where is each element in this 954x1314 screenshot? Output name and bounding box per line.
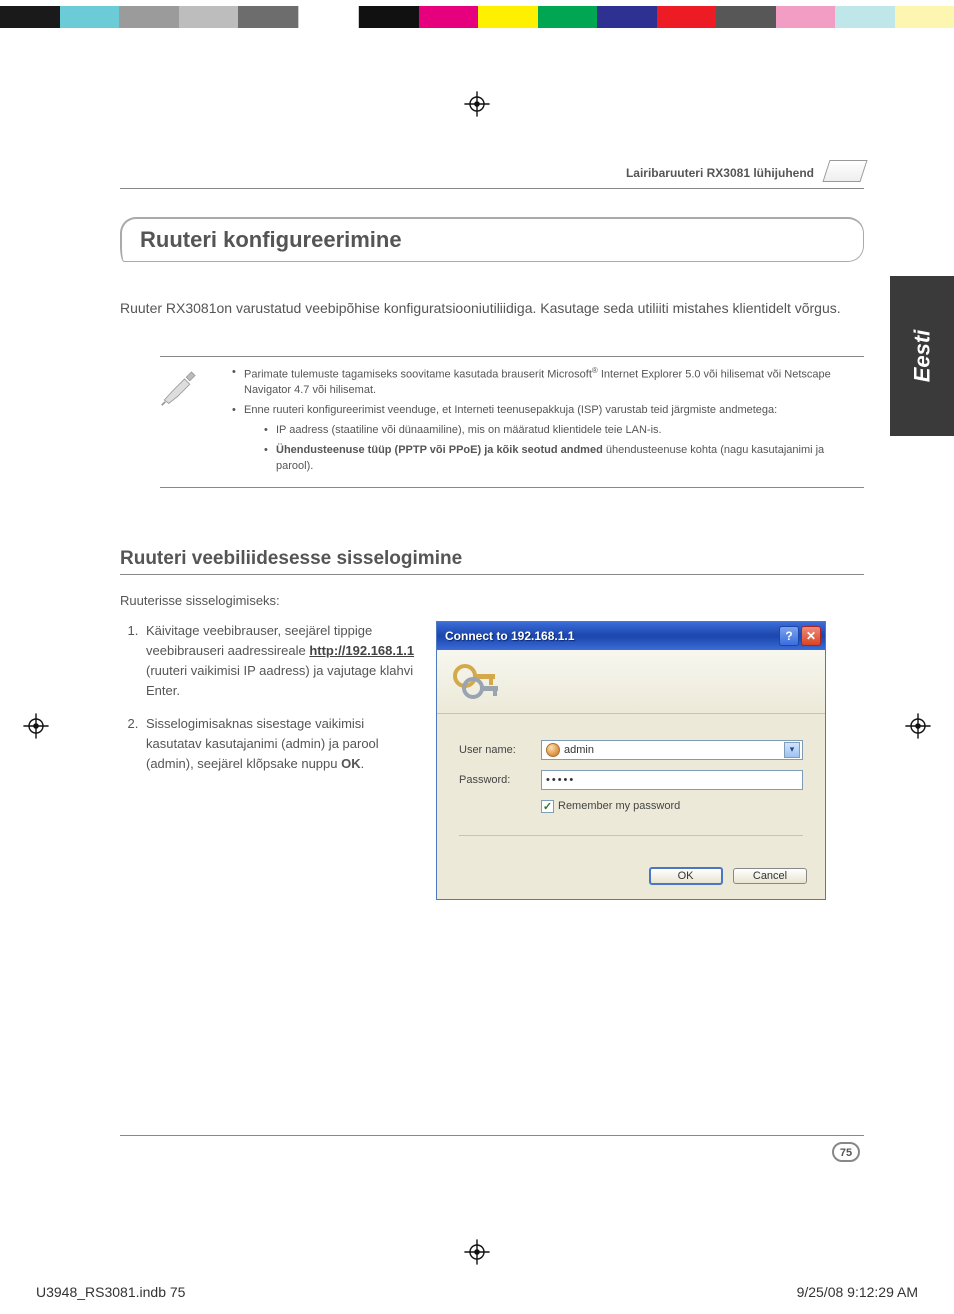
dialog-title: Connect to 192.168.1.1 bbox=[445, 629, 777, 643]
document-header: Lairibaruuteri RX3081 lühijuhend bbox=[120, 166, 864, 189]
registration-mark-icon bbox=[463, 90, 491, 118]
step-item: Sisselogimisaknas sisestage vaikimisi ka… bbox=[142, 714, 420, 774]
login-dialog: Connect to 192.168.1.1 ? ✕ bbox=[436, 621, 826, 900]
note-content: Parimate tulemuste tagamiseks soovitame … bbox=[218, 365, 864, 479]
printer-color-bar bbox=[0, 6, 954, 28]
section-title-box: Ruuteri konfigureerimine bbox=[120, 217, 864, 262]
username-input[interactable]: admin ▾ bbox=[541, 740, 803, 760]
document-title: Lairibaruuteri RX3081 lühijuhend bbox=[626, 166, 814, 180]
note-box: Parimate tulemuste tagamiseks soovitame … bbox=[160, 356, 864, 488]
note-subbullet: IP aadress (staatiline või dünaamiline),… bbox=[264, 423, 864, 439]
intro-paragraph: Ruuter RX3081on varustatud veebipõhise k… bbox=[120, 298, 864, 320]
step-item: Käivitage veebibrauser, seejärel tippige… bbox=[142, 621, 420, 702]
username-label: User name: bbox=[459, 744, 541, 756]
router-url-link[interactable]: http://192.168.1.1 bbox=[309, 643, 414, 658]
imprint-right: 9/25/08 9:12:29 AM bbox=[797, 1284, 918, 1300]
remember-checkbox[interactable]: ✓ bbox=[541, 800, 554, 813]
note-bullet: Parimate tulemuste tagamiseks soovitame … bbox=[232, 365, 864, 400]
imprint-left: U3948_RS3081.indb 75 bbox=[36, 1284, 185, 1300]
ok-button[interactable]: OK bbox=[649, 867, 723, 885]
note-bullet: Enne ruuteri konfigureerimist veenduge, … bbox=[232, 403, 864, 475]
cancel-button[interactable]: Cancel bbox=[733, 868, 807, 884]
registration-mark-icon bbox=[904, 712, 932, 740]
router-icon bbox=[822, 160, 867, 182]
language-tab: Eesti bbox=[890, 276, 954, 436]
registration-mark-icon bbox=[463, 1238, 491, 1266]
password-input[interactable]: ••••• bbox=[541, 770, 803, 790]
help-button[interactable]: ? bbox=[779, 626, 799, 646]
dropdown-arrow-icon[interactable]: ▾ bbox=[784, 742, 800, 758]
subsection-title: Ruuteri veebiliidesesse sisselogimine bbox=[120, 548, 864, 575]
password-label: Password: bbox=[459, 774, 541, 786]
dialog-banner bbox=[437, 650, 825, 714]
registration-mark-icon bbox=[22, 712, 50, 740]
page-number: 75 bbox=[832, 1142, 860, 1162]
footer-rule bbox=[120, 1135, 864, 1136]
user-avatar-icon bbox=[546, 743, 560, 757]
remember-label: Remember my password bbox=[558, 800, 680, 812]
note-pen-icon bbox=[160, 365, 202, 407]
steps-list: Käivitage veebibrauser, seejärel tippige… bbox=[120, 621, 420, 900]
close-button[interactable]: ✕ bbox=[801, 626, 821, 646]
keys-icon bbox=[449, 658, 505, 706]
dialog-titlebar: Connect to 192.168.1.1 ? ✕ bbox=[437, 622, 825, 650]
subsection-intro: Ruuterisse sisselogimiseks: bbox=[120, 593, 864, 608]
section-title: Ruuteri konfigureerimine bbox=[140, 227, 845, 253]
note-subbullet: Ühendusteenuse tüüp (PPTP või PPoE) ja k… bbox=[264, 443, 864, 475]
imprint-line: U3948_RS3081.indb 75 9/25/08 9:12:29 AM bbox=[36, 1284, 918, 1300]
